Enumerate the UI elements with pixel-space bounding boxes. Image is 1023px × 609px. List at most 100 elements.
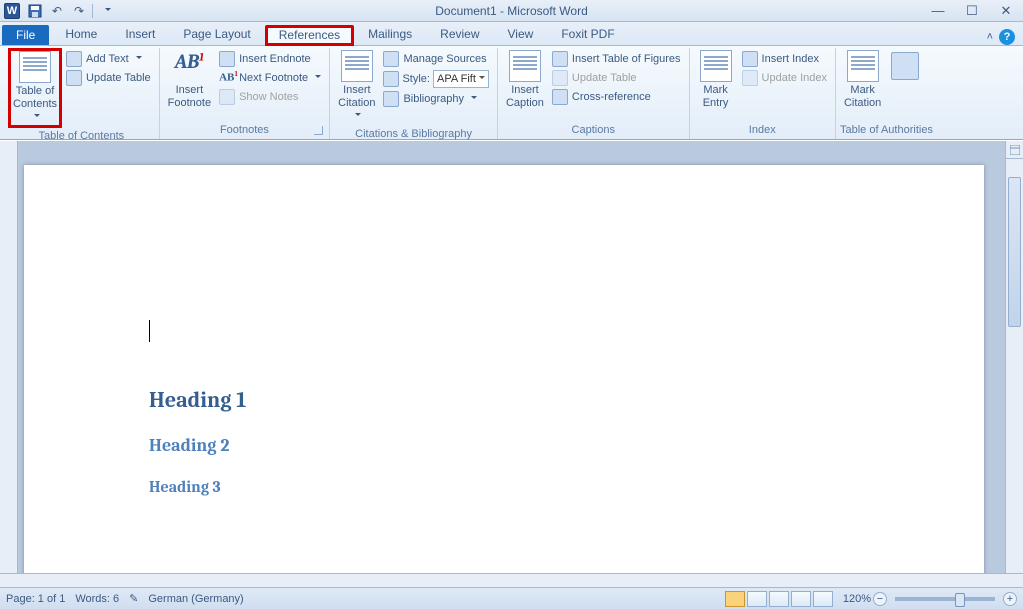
update-index-button: Update Index <box>738 69 831 87</box>
heading-2[interactable]: Heading 2 <box>149 435 230 456</box>
status-bar: Page: 1 of 1 Words: 6 ✎ German (Germany)… <box>0 587 1023 609</box>
tab-file[interactable]: File <box>2 25 49 45</box>
mark-entry-button[interactable]: Mark Entry <box>694 48 738 112</box>
tab-view[interactable]: View <box>494 24 548 45</box>
close-button[interactable]: ✕ <box>989 1 1023 21</box>
help-button[interactable]: ? <box>999 29 1015 45</box>
style-value: APA Fift <box>437 73 476 85</box>
insert-index-icon <box>742 51 758 67</box>
cross-reference-icon <box>552 89 568 105</box>
captions-update-table-button: Update Table <box>548 69 685 87</box>
group-citations: Insert Citation Manage Sources Style: AP… <box>330 48 498 139</box>
insert-endnote-label: Insert Endnote <box>239 53 311 65</box>
qat-separator <box>92 4 93 18</box>
table-of-contents-label: Table of Contents <box>13 85 57 111</box>
qat-customize-button[interactable] <box>97 2 115 20</box>
window-title: Document1 - Microsoft Word <box>0 4 1023 18</box>
document-page[interactable]: Heading 1 Heading 2 Heading 3 <box>24 165 984 573</box>
proofing-icon[interactable]: ✎ <box>129 592 138 605</box>
group-label-toa: Table of Authorities <box>840 122 933 139</box>
status-page[interactable]: Page: 1 of 1 <box>6 593 65 605</box>
group-label-captions: Captions <box>502 122 685 139</box>
heading-1[interactable]: Heading 1 <box>149 387 246 413</box>
group-table-of-authorities: Mark Citation Table of Authorities <box>836 48 937 139</box>
minimize-ribbon-button[interactable]: ˄ <box>987 31 993 43</box>
citation-style-select[interactable]: APA Fift <box>433 70 489 88</box>
next-footnote-button[interactable]: AB1 Next Footnote <box>215 69 325 87</box>
tab-review[interactable]: Review <box>426 24 493 45</box>
tab-insert[interactable]: Insert <box>111 24 169 45</box>
group-label-footnotes[interactable]: Footnotes <box>164 122 326 139</box>
undo-button[interactable]: ↶ <box>48 2 66 20</box>
view-full-screen-button[interactable] <box>747 591 767 607</box>
insert-index-button[interactable]: Insert Index <box>738 50 831 68</box>
zoom-in-button[interactable]: + <box>1003 592 1017 606</box>
view-outline-button[interactable] <box>791 591 811 607</box>
update-table-icon <box>66 70 82 86</box>
next-footnote-icon: AB1 <box>219 70 235 86</box>
horizontal-scrollbar[interactable] <box>0 573 1023 587</box>
bibliography-icon <box>383 91 399 107</box>
redo-button[interactable]: ↷ <box>70 2 88 20</box>
insert-footnote-button[interactable]: AB1 Insert Footnote <box>164 48 215 112</box>
insert-caption-button[interactable]: Insert Caption <box>502 48 548 112</box>
group-label-index: Index <box>694 122 831 139</box>
tab-mailings[interactable]: Mailings <box>354 24 426 45</box>
update-table-button[interactable]: Update Table <box>62 69 155 87</box>
maximize-button[interactable]: ☐ <box>955 1 989 21</box>
view-print-layout-button[interactable] <box>725 591 745 607</box>
heading-3[interactable]: Heading 3 <box>149 478 221 496</box>
cross-reference-label: Cross-reference <box>572 91 651 103</box>
mark-citation-button[interactable]: Mark Citation <box>840 48 885 112</box>
update-index-label: Update Index <box>762 72 827 84</box>
tab-foxit-pdf[interactable]: Foxit PDF <box>547 24 628 45</box>
tab-references[interactable]: References <box>265 25 354 46</box>
text-cursor <box>149 320 150 342</box>
insert-endnote-icon <box>219 51 235 67</box>
toa-insert-icon[interactable] <box>891 52 919 80</box>
status-words[interactable]: Words: 6 <box>75 593 119 605</box>
mark-citation-label: Mark Citation <box>844 84 881 110</box>
save-button[interactable] <box>26 2 44 20</box>
add-text-button[interactable]: Add Text <box>62 50 155 68</box>
show-notes-icon <box>219 89 235 105</box>
bibliography-label: Bibliography <box>403 93 464 105</box>
insert-tof-icon <box>552 51 568 67</box>
view-web-layout-button[interactable] <box>769 591 789 607</box>
view-draft-button[interactable] <box>813 591 833 607</box>
ruler-toggle-button[interactable] <box>1005 141 1023 159</box>
tab-page-layout[interactable]: Page Layout <box>169 24 264 45</box>
manage-sources-button[interactable]: Manage Sources <box>379 50 493 68</box>
chevron-down-icon <box>31 111 40 124</box>
tab-home[interactable]: Home <box>51 24 111 45</box>
insert-caption-icon <box>509 50 541 82</box>
show-notes-button: Show Notes <box>215 88 325 106</box>
cross-reference-button[interactable]: Cross-reference <box>548 88 685 106</box>
minimize-button[interactable]: — <box>921 1 955 21</box>
manage-sources-label: Manage Sources <box>403 53 486 65</box>
table-of-contents-button[interactable]: Table of Contents <box>8 48 62 128</box>
insert-citation-button[interactable]: Insert Citation <box>334 48 379 126</box>
ribbon-tabs: File Home Insert Page Layout References … <box>0 22 1023 46</box>
insert-endnote-button[interactable]: Insert Endnote <box>215 50 325 68</box>
citation-style-row: Style: APA Fift <box>379 69 493 89</box>
vertical-scrollbar[interactable] <box>1005 159 1023 573</box>
insert-citation-icon <box>341 50 373 82</box>
status-language[interactable]: German (Germany) <box>148 593 243 605</box>
zoom-slider[interactable] <box>895 597 995 601</box>
insert-table-of-figures-button[interactable]: Insert Table of Figures <box>548 50 685 68</box>
bibliography-button[interactable]: Bibliography <box>379 90 493 108</box>
manage-sources-icon <box>383 51 399 67</box>
group-footnotes: AB1 Insert Footnote Insert Endnote AB1 N… <box>160 48 331 139</box>
zoom-level[interactable]: 120% <box>843 593 871 605</box>
insert-tof-label: Insert Table of Figures <box>572 53 681 65</box>
title-bar: W ↶ ↷ Document1 - Microsoft Word — ☐ ✕ <box>0 0 1023 22</box>
document-workspace: Heading 1 Heading 2 Heading 3 <box>0 141 1023 587</box>
zoom-out-button[interactable]: − <box>873 592 887 606</box>
chevron-down-icon <box>352 110 361 123</box>
mark-citation-icon <box>847 50 879 82</box>
document-viewport[interactable]: Heading 1 Heading 2 Heading 3 <box>18 141 1005 573</box>
group-table-of-contents: Table of Contents Add Text Update Table … <box>4 48 160 139</box>
captions-update-icon <box>552 70 568 86</box>
scroll-thumb[interactable] <box>1008 177 1021 327</box>
